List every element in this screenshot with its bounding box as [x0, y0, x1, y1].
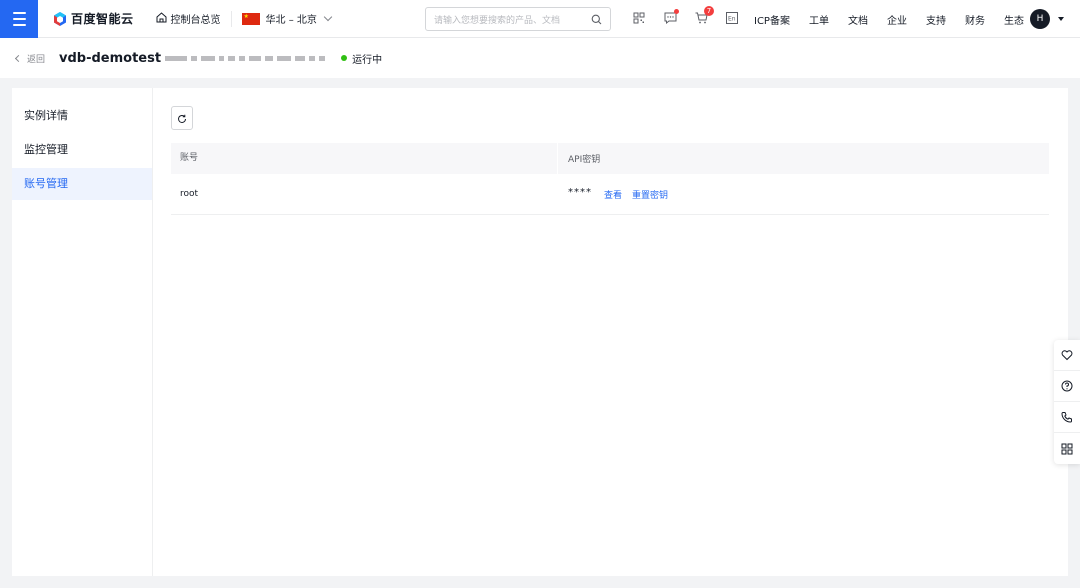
menu-icon[interactable] — [0, 0, 38, 38]
svg-text:En: En — [728, 16, 736, 23]
top-nav: 百度智能云 控制台总览 ★ 华北 – 北京 请输入您想要搜索的产品、文档 7 E… — [0, 0, 1080, 38]
brand-name: 百度智能云 — [71, 12, 134, 26]
api-key-cell: **** 查看 重置密钥 — [558, 186, 668, 201]
nav-link-enterprise[interactable]: 企业 — [887, 12, 907, 27]
back-label: 返回 — [27, 54, 46, 65]
column-header-api-key: API密钥 — [568, 155, 601, 165]
avatar[interactable]: H — [1030, 9, 1050, 29]
content-panel: 实例详情 监控管理 账号管理 账号 API密钥 root **** 查看 重置密… — [12, 88, 1068, 576]
brand-logo[interactable]: 百度智能云 — [53, 10, 134, 27]
cart-icon[interactable]: 7 — [694, 6, 714, 25]
instance-header: 返回 vdb-demotest 运行中 — [0, 38, 1080, 78]
cart-count-badge: 7 — [704, 6, 714, 16]
sidebar-item-instance-details[interactable]: 实例详情 — [12, 100, 152, 132]
sidebar-item-monitoring[interactable]: 监控管理 — [12, 134, 152, 166]
api-key-masked: **** — [568, 186, 592, 198]
search-input[interactable]: 请输入您想要搜索的产品、文档 — [434, 13, 591, 26]
apps-grid-icon[interactable] — [1054, 433, 1080, 464]
table-header: 账号 API密钥 — [171, 143, 1049, 174]
instance-status: 运行中 — [341, 51, 382, 66]
logo-mark-icon — [53, 11, 67, 26]
reset-key-link[interactable]: 重置密钥 — [632, 188, 668, 201]
message-icon[interactable] — [663, 9, 679, 25]
message-badge — [674, 9, 679, 14]
refresh-button[interactable] — [171, 106, 193, 130]
floating-toolbar — [1054, 340, 1080, 464]
china-flag-icon: ★ — [241, 12, 260, 25]
status-label: 运行中 — [352, 54, 383, 66]
nav-link-finance[interactable]: 财务 — [965, 12, 985, 27]
nav-link-icp[interactable]: ICP备案 — [754, 12, 790, 27]
column-header-account: 账号 — [171, 143, 558, 174]
help-icon[interactable] — [1054, 371, 1080, 402]
redacted-id — [165, 55, 326, 61]
accounts-table: 账号 API密钥 root **** 查看 重置密钥 — [171, 143, 1049, 215]
accounts-main: 账号 API密钥 root **** 查看 重置密钥 — [171, 106, 1049, 215]
chevron-down-icon — [323, 12, 333, 22]
caret-down-icon[interactable] — [1058, 17, 1064, 21]
nav-link-support[interactable]: 支持 — [926, 12, 946, 27]
back-button[interactable]: 返回 — [14, 52, 46, 65]
home-icon — [156, 11, 167, 26]
search-icon[interactable] — [591, 10, 602, 29]
nav-link-ticket[interactable]: 工单 — [809, 12, 829, 27]
nav-link-docs[interactable]: 文档 — [848, 12, 868, 27]
view-key-link[interactable]: 查看 — [604, 188, 622, 201]
status-dot — [341, 55, 348, 61]
region-selector[interactable]: ★ 华北 – 北京 — [241, 11, 333, 26]
nav-divider — [230, 10, 232, 27]
nav-icon-group: 7 En — [632, 6, 739, 25]
nav-link-ecosystem[interactable]: 生态 — [1004, 12, 1024, 27]
qrcode-icon[interactable] — [632, 11, 646, 25]
favorite-icon[interactable] — [1054, 340, 1080, 371]
refresh-icon — [177, 109, 187, 128]
sidebar-item-accounts[interactable]: 账号管理 — [12, 168, 152, 200]
console-home-link[interactable]: 控制台总览 — [156, 11, 221, 26]
console-home-label: 控制台总览 — [170, 15, 221, 26]
side-nav: 实例详情 监控管理 账号管理 — [12, 88, 153, 576]
instance-name: vdb-demotest — [59, 50, 162, 66]
chevron-left-icon — [14, 54, 23, 62]
nav-links: ICP备案 工单 文档 企业 支持 财务 生态 — [754, 0, 1043, 38]
table-row: root **** 查看 重置密钥 — [171, 174, 1049, 215]
search-box[interactable]: 请输入您想要搜索的产品、文档 — [425, 7, 611, 31]
region-label: 华北 – 北京 — [265, 15, 317, 26]
account-cell: root — [180, 189, 199, 199]
phone-icon[interactable] — [1054, 402, 1080, 433]
language-icon[interactable]: En — [725, 11, 739, 25]
